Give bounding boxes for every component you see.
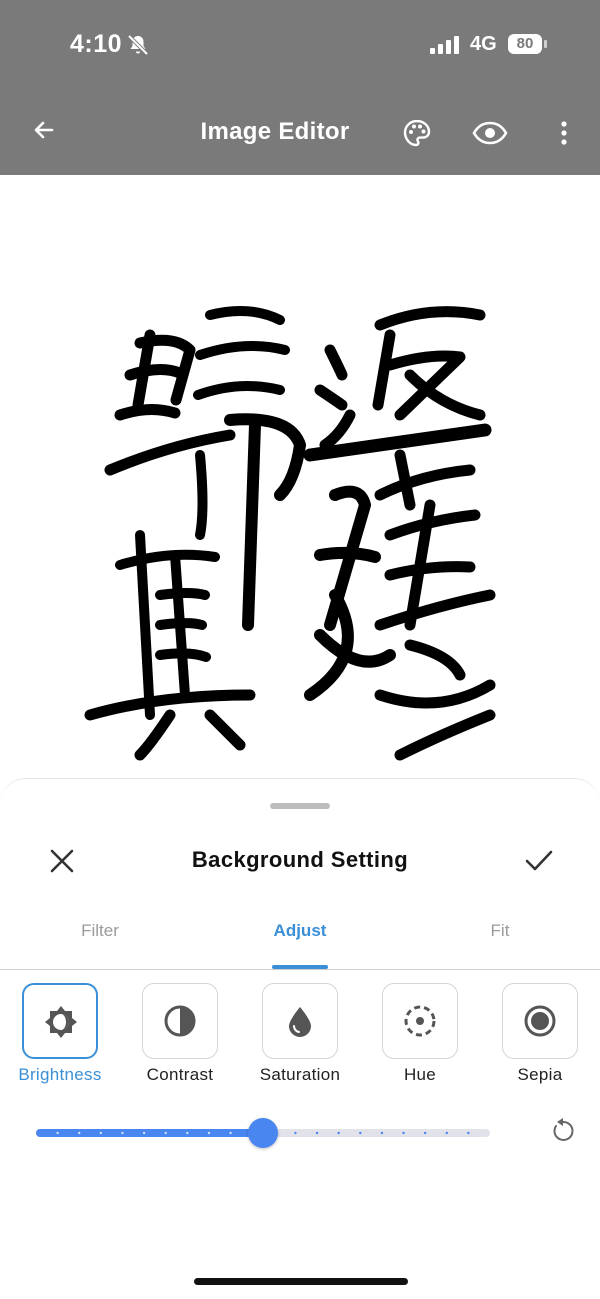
reset-icon[interactable] — [550, 1117, 576, 1145]
tool-saturation[interactable]: Saturation — [240, 979, 360, 1089]
slider-tick — [445, 1131, 448, 1135]
slider-tick — [121, 1131, 124, 1135]
tab-indicator — [272, 965, 328, 969]
tool-label: Contrast — [146, 1065, 214, 1084]
slider-tick — [207, 1131, 211, 1135]
contrast-icon — [164, 1005, 196, 1037]
battery-icon: 80 — [508, 34, 548, 56]
background-setting-sheet: Background Setting Filter Adjust Fit Bri… — [0, 778, 600, 1299]
tool-label: Saturation — [259, 1065, 341, 1084]
signal-icon — [430, 36, 459, 54]
status-time: 4:10 — [70, 30, 123, 58]
drag-handle[interactable] — [270, 803, 330, 809]
slider-tick — [423, 1131, 427, 1135]
slider-tick — [99, 1131, 103, 1135]
slider-tick — [359, 1131, 362, 1135]
slider-tick — [315, 1131, 319, 1135]
image-canvas[interactable] — [0, 175, 600, 785]
drop-icon — [289, 1007, 311, 1037]
sepia-icon — [524, 1005, 556, 1037]
tool-hue[interactable]: Hue — [360, 979, 480, 1089]
tool-label: Brightness — [18, 1065, 102, 1084]
slider-tick — [186, 1131, 189, 1135]
app-title: Image Editor — [200, 118, 350, 145]
slider-tick — [402, 1131, 405, 1135]
adjust-tools: Brightness Contrast Saturation Hue Sepia — [0, 979, 600, 1099]
slider-thumb[interactable] — [248, 1118, 278, 1148]
slider-tick — [56, 1131, 59, 1135]
slider-tick — [164, 1131, 167, 1135]
tab-fit[interactable]: Fit — [440, 921, 560, 941]
tab-filter[interactable]: Filter — [40, 921, 160, 941]
home-indicator — [194, 1278, 408, 1285]
app-bar: Image Editor — [0, 92, 600, 175]
hue-icon — [404, 1005, 436, 1037]
tool-contrast[interactable]: Contrast — [120, 979, 240, 1089]
slider-tick — [78, 1131, 81, 1135]
tool-sepia[interactable]: Sepia — [480, 979, 600, 1089]
tool-brightness[interactable]: Brightness — [0, 979, 120, 1089]
tab-bar: Filter Adjust Fit — [0, 909, 600, 970]
sheet-title: Background Setting — [191, 847, 409, 872]
palette-icon[interactable] — [402, 118, 432, 148]
slider-tick — [380, 1131, 384, 1135]
slider-tick — [142, 1131, 146, 1135]
slider-tick — [467, 1131, 470, 1135]
tool-label: Hue — [403, 1065, 437, 1084]
adjust-slider[interactable] — [36, 1114, 492, 1154]
network-type: 4G — [470, 33, 497, 55]
tab-adjust[interactable]: Adjust — [240, 921, 360, 941]
slider-tick — [294, 1131, 297, 1135]
brightness-icon — [45, 1006, 77, 1038]
status-bar: 4:10 4G 80 — [0, 0, 600, 92]
eye-icon[interactable] — [472, 118, 508, 148]
slider-tick — [337, 1131, 340, 1135]
calligraphy-image — [84, 306, 496, 761]
bell-muted-icon — [127, 34, 149, 56]
check-icon[interactable] — [524, 847, 554, 875]
battery-level: 80 — [508, 34, 542, 54]
tool-label: Sepia — [517, 1065, 563, 1084]
more-vert-icon[interactable] — [552, 118, 576, 148]
slider-tick — [229, 1131, 232, 1135]
